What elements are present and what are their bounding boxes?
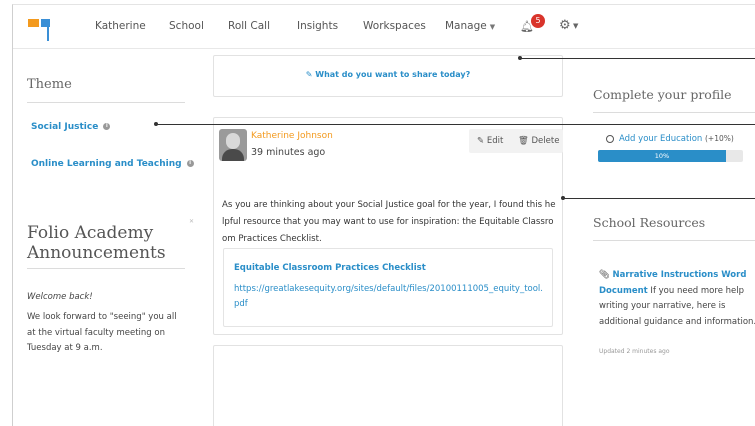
education-bonus: (+10%)	[705, 134, 734, 143]
profile-title: Complete your profile	[593, 87, 732, 102]
link-title[interactable]: Equitable Classroom Practices Checklist	[234, 263, 426, 273]
profile-progress-bar: 10%	[598, 150, 743, 162]
notification-badge[interactable]: 5	[531, 14, 545, 28]
divider	[593, 240, 755, 241]
avatar[interactable]	[219, 129, 247, 161]
link-preview[interactable]: Equitable Classroom Practices Checklist …	[223, 248, 553, 327]
chevron-down-icon[interactable]: ▼	[573, 22, 578, 30]
top-navigation: Katherine School Roll Call Insights Work…	[13, 5, 755, 49]
announcement-body: We look forward to "seeing" you all at t…	[27, 312, 177, 353]
avatar-head	[226, 133, 240, 149]
next-post-card	[213, 345, 563, 426]
edit-button[interactable]: ✎ Edit	[477, 136, 503, 146]
add-education-link[interactable]: Add your Education (+10%)	[606, 134, 734, 144]
avatar-body	[222, 149, 244, 161]
theme-heading: Theme	[27, 77, 72, 92]
callout-line	[563, 198, 755, 199]
logo-orange-block	[28, 19, 39, 27]
info-icon[interactable]: i	[186, 160, 194, 167]
post-actions: ✎ Edit 🗑︎ Delete	[469, 129, 563, 153]
theme-item-social-justice[interactable]: Social Justice i	[31, 122, 111, 132]
link-url[interactable]: https://greatlakesequity.org/sites/defau…	[234, 282, 546, 312]
progress-label: 10%	[654, 152, 670, 160]
post-text: As you are thinking about your Social Ju…	[222, 200, 556, 244]
post-author[interactable]: Katherine Johnson	[251, 131, 333, 141]
announcements-title: Folio Academy Announcements	[27, 223, 166, 263]
share-prompt[interactable]: ✎ What do you want to share today?	[213, 70, 563, 79]
delete-button[interactable]: 🗑︎ Delete	[518, 136, 559, 146]
chevron-down-icon: ▼	[489, 23, 496, 31]
nav-roll-call[interactable]: Roll Call	[228, 20, 270, 32]
delete-label: Delete	[531, 136, 560, 146]
close-icon[interactable]: ✕	[189, 218, 194, 225]
announcement-greeting: Welcome back!	[27, 292, 93, 302]
theme-label: Online Learning and Teaching	[31, 159, 182, 169]
trash-icon: 🗑︎	[518, 136, 532, 146]
nav-manage[interactable]: Manage ▼	[445, 20, 495, 32]
nav-manage-label: Manage	[445, 20, 487, 32]
circle-icon	[606, 134, 614, 143]
gear-icon[interactable]: ⚙︎	[559, 18, 571, 33]
callout-line	[520, 58, 755, 59]
logo-flag-pole	[47, 19, 49, 41]
nav-insights[interactable]: Insights	[297, 20, 338, 32]
divider	[593, 112, 755, 113]
app-logo[interactable]	[28, 19, 54, 41]
nav-school[interactable]: School	[169, 20, 204, 32]
resource-updated: Updated 2 minutes ago	[599, 348, 670, 355]
resource-item: 📎︎ Narrative Instructions Word Document …	[599, 268, 755, 330]
divider	[27, 102, 185, 103]
divider	[27, 268, 185, 269]
add-education-label: Add your Education	[619, 134, 703, 144]
nav-katherine[interactable]: Katherine	[95, 20, 146, 32]
post-time: 39 minutes ago	[251, 147, 326, 158]
theme-item-online-learning[interactable]: Online Learning and Teaching i	[31, 159, 194, 169]
edit-icon: ✎	[305, 70, 316, 79]
share-prompt-label: What do you want to share today?	[315, 70, 471, 79]
callout-line	[156, 124, 755, 125]
app-window: Katherine School Roll Call Insights Work…	[12, 4, 755, 426]
resources-title: School Resources	[593, 215, 706, 230]
pencil-icon: ✎	[477, 136, 487, 146]
nav-workspaces[interactable]: Workspaces	[363, 20, 426, 32]
theme-label: Social Justice	[31, 122, 99, 132]
edit-label: Edit	[486, 136, 504, 146]
paperclip-icon: 📎︎	[599, 270, 613, 280]
info-icon[interactable]: i	[103, 123, 111, 130]
